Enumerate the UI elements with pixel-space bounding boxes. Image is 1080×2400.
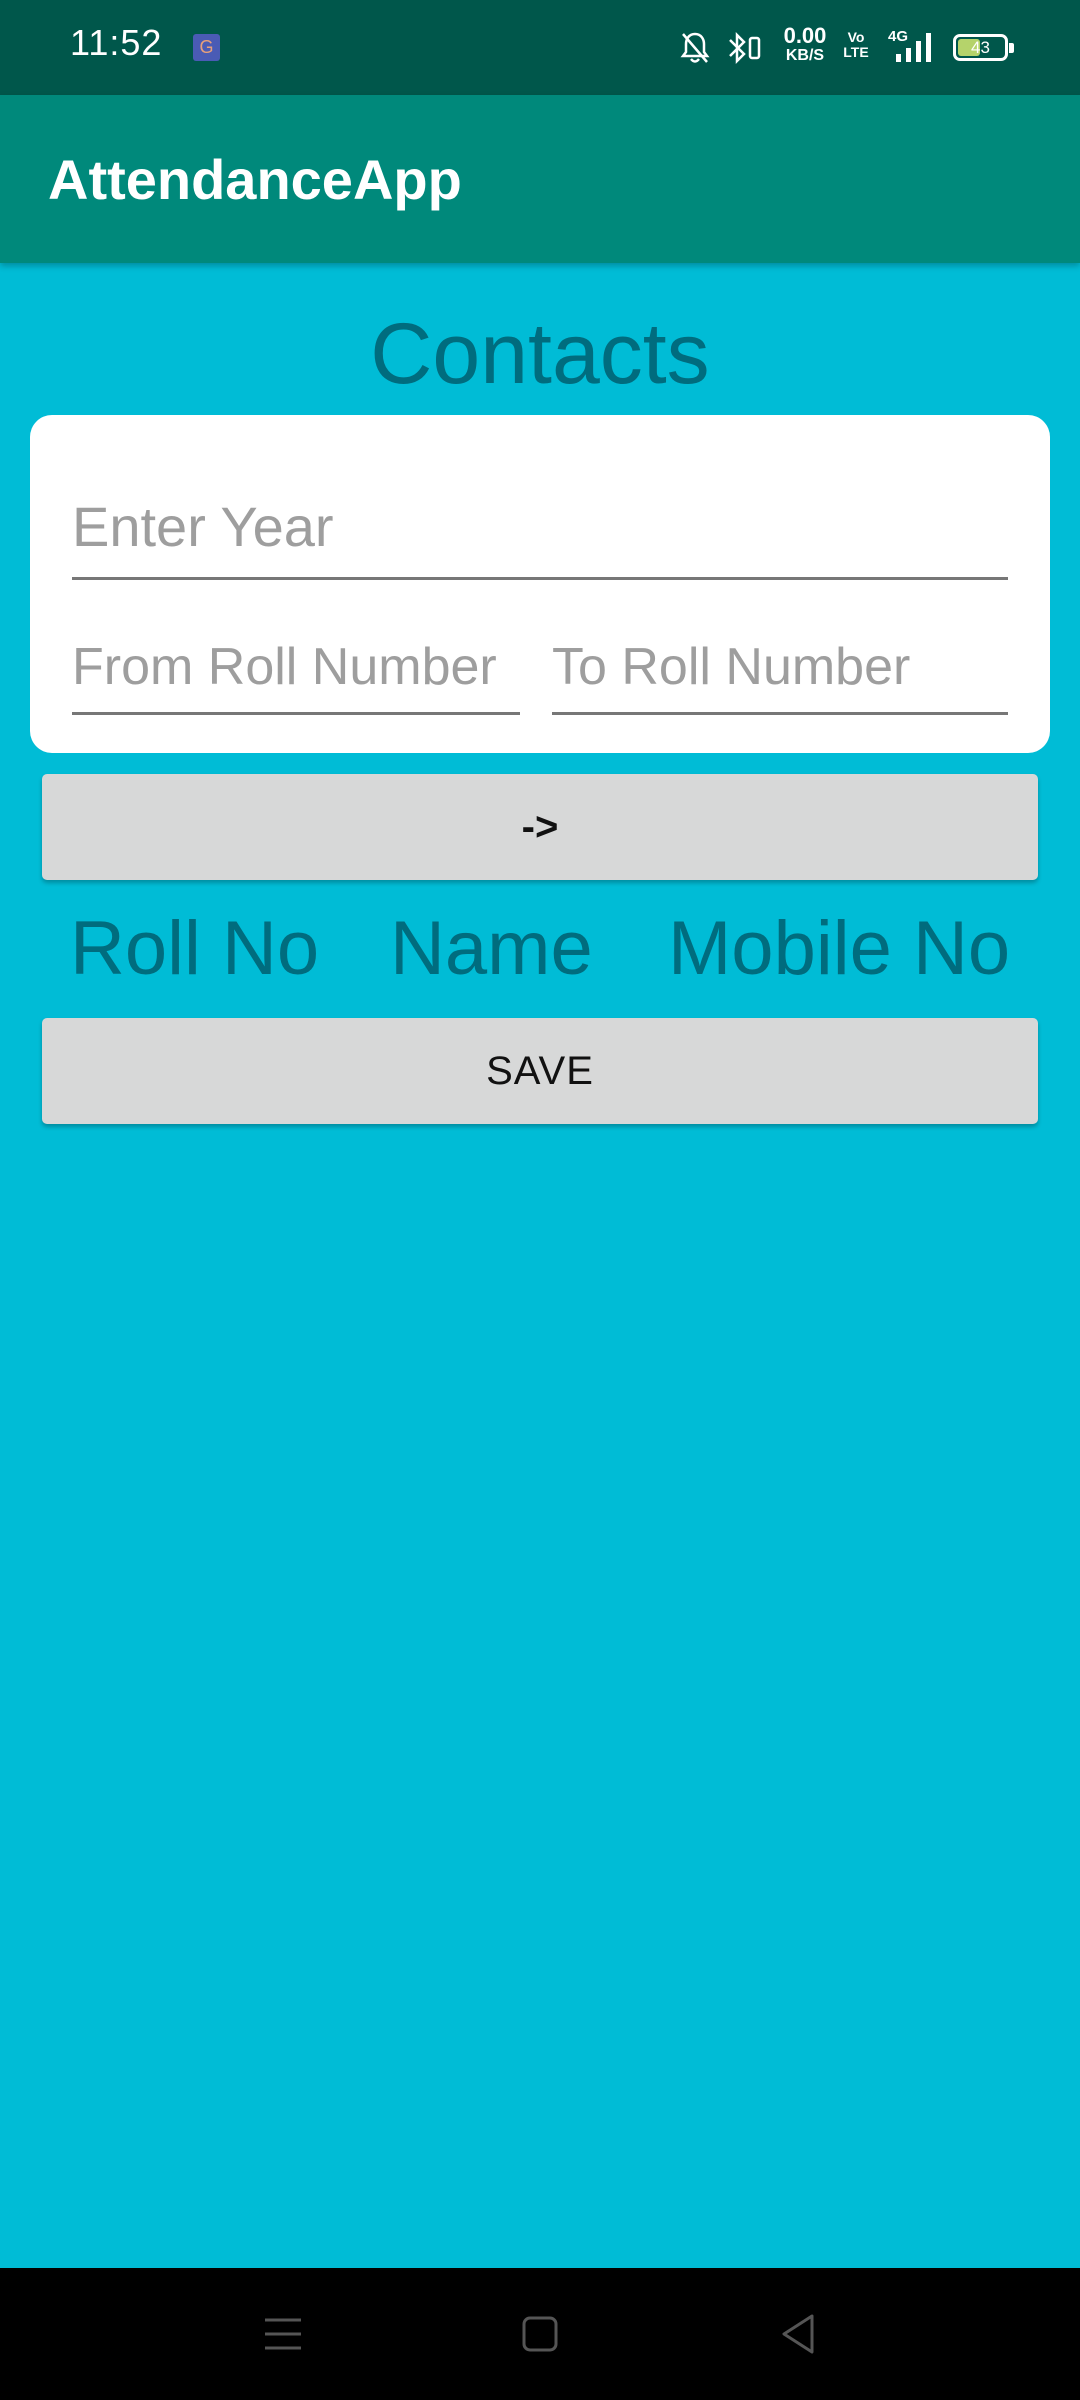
volte-line1: Vo bbox=[847, 29, 865, 45]
net-speed: 0.00 KB/S bbox=[775, 23, 835, 66]
bluetooth-icon bbox=[729, 31, 761, 65]
net-speed-unit: KB/S bbox=[785, 47, 825, 64]
status-bar: 11:52 G 0.00 KB/S Vo LTE 4G 43 bbox=[0, 0, 1080, 95]
page-title: Contacts bbox=[370, 306, 710, 402]
save-button[interactable]: SAVE bbox=[42, 1018, 1038, 1124]
column-header-roll-no: Roll No bbox=[70, 906, 320, 991]
column-header-name: Name bbox=[390, 906, 593, 991]
app-title: AttendanceApp bbox=[48, 148, 462, 211]
battery-level: 43 bbox=[971, 38, 990, 57]
signal-icon bbox=[896, 33, 931, 62]
net-speed-value: 0.00 bbox=[783, 23, 827, 48]
year-input[interactable]: Enter Year bbox=[72, 480, 1008, 580]
home-icon[interactable] bbox=[521, 2312, 559, 2356]
app-bar: AttendanceApp bbox=[0, 95, 1080, 263]
to-roll-number-input[interactable]: To Roll Number bbox=[552, 625, 1008, 715]
mute-bell-icon bbox=[680, 32, 710, 63]
form-card: Enter Year From Roll Number To Roll Numb… bbox=[30, 415, 1050, 753]
volte-indicator: Vo LTE bbox=[843, 30, 869, 60]
menu-icon[interactable] bbox=[263, 2312, 303, 2356]
g-app-icon: G bbox=[193, 34, 220, 61]
battery-icon: 43 bbox=[953, 34, 1014, 61]
back-icon[interactable] bbox=[778, 2312, 818, 2356]
navigation-bar bbox=[0, 2268, 1080, 2400]
volte-line2: LTE bbox=[843, 44, 869, 60]
go-button[interactable]: -> bbox=[42, 774, 1038, 880]
status-time: 11:52 bbox=[70, 22, 163, 63]
column-header-mobile-no: Mobile No bbox=[668, 906, 1011, 991]
from-roll-number-input[interactable]: From Roll Number bbox=[72, 625, 520, 715]
